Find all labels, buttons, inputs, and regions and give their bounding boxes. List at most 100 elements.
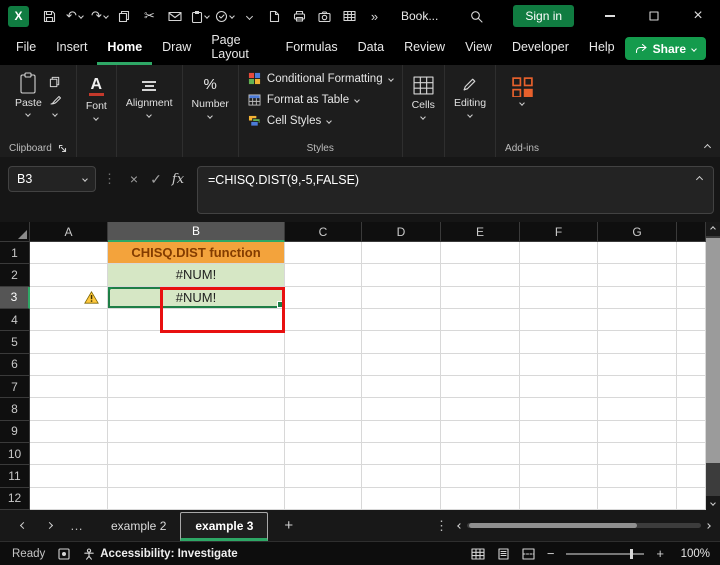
cell-F4[interactable] — [520, 308, 598, 332]
new-file-button[interactable] — [262, 1, 287, 31]
cell-C1[interactable] — [285, 242, 362, 265]
cell-x11[interactable] — [677, 465, 706, 488]
cell-F9[interactable] — [520, 420, 598, 443]
cell-G3[interactable] — [598, 286, 677, 309]
zoom-in-button[interactable]: + — [656, 546, 664, 561]
cell-G11[interactable] — [598, 465, 677, 488]
cell-D12[interactable] — [362, 487, 441, 510]
cell-x7[interactable] — [677, 375, 706, 399]
cell-E11[interactable] — [441, 465, 520, 488]
cell-A1[interactable] — [30, 242, 108, 265]
cell-D3[interactable] — [362, 286, 441, 309]
copy-small-icon[interactable] — [49, 76, 61, 88]
undo-button[interactable]: ↶ — [62, 1, 87, 31]
menu-tab-home[interactable]: Home — [97, 32, 153, 65]
minimize-button[interactable] — [588, 0, 632, 32]
cell-A7[interactable] — [30, 375, 108, 399]
qat-overflow-button[interactable] — [237, 1, 262, 31]
maximize-button[interactable] — [632, 0, 676, 32]
collapse-formula-bar-icon[interactable] — [695, 175, 704, 184]
page-break-view-button[interactable] — [522, 547, 535, 560]
cell-G8[interactable] — [598, 398, 677, 421]
cell-F6[interactable] — [520, 353, 598, 376]
cell-D9[interactable] — [362, 420, 441, 443]
menu-tab-review[interactable]: Review — [394, 32, 455, 65]
dialog-launcher-icon[interactable] — [58, 144, 67, 153]
cell-C5[interactable] — [285, 331, 362, 354]
cell-E3[interactable] — [441, 286, 520, 309]
cell-G10[interactable] — [598, 442, 677, 466]
horizontal-scrollbar[interactable] — [457, 522, 711, 529]
sheet-tab-example-3[interactable]: example 3 — [180, 512, 269, 541]
cell-D6[interactable] — [362, 353, 441, 376]
cell-E5[interactable] — [441, 331, 520, 354]
cell-E12[interactable] — [441, 487, 520, 510]
cell-D10[interactable] — [362, 442, 441, 466]
menu-tab-developer[interactable]: Developer — [502, 32, 579, 65]
search-button[interactable] — [464, 1, 489, 31]
insert-function-button[interactable]: fx — [167, 166, 189, 192]
cell-E6[interactable] — [441, 353, 520, 376]
close-button[interactable]: × — [676, 0, 720, 32]
cells-group-button[interactable]: Cells — [412, 68, 435, 120]
cancel-button[interactable]: × — [123, 166, 145, 192]
zoom-slider-thumb[interactable] — [630, 548, 634, 559]
cell-B7[interactable] — [108, 375, 285, 399]
cell-D5[interactable] — [362, 331, 441, 354]
row-header-12[interactable]: 12 — [0, 487, 30, 510]
cell-B1[interactable]: CHISQ.DIST function — [108, 242, 285, 265]
zoom-out-button[interactable]: − — [547, 546, 555, 561]
cell-x4[interactable] — [677, 308, 706, 332]
cell-x2[interactable] — [677, 264, 706, 287]
cell-F2[interactable] — [520, 264, 598, 287]
menu-tab-help[interactable]: Help — [579, 32, 625, 65]
cell-G9[interactable] — [598, 420, 677, 443]
cell-F8[interactable] — [520, 398, 598, 421]
menu-tab-insert[interactable]: Insert — [46, 32, 97, 65]
cell-E7[interactable] — [441, 375, 520, 399]
cell-D7[interactable] — [362, 375, 441, 399]
cell-A12[interactable] — [30, 487, 108, 510]
cell-G4[interactable] — [598, 308, 677, 332]
cell-C7[interactable] — [285, 375, 362, 399]
cell-x1[interactable] — [677, 242, 706, 265]
cell-G6[interactable] — [598, 353, 677, 376]
formula-input[interactable]: =CHISQ.DIST(9,-5,FALSE) — [197, 166, 714, 214]
cell-C3[interactable] — [285, 286, 362, 309]
column-header-overflow[interactable] — [677, 222, 706, 242]
sheet-nav-right-button[interactable] — [36, 521, 62, 530]
cell-x9[interactable] — [677, 420, 706, 443]
row-header-5[interactable]: 5 — [0, 331, 30, 354]
menu-tab-file[interactable]: File — [6, 32, 46, 65]
cell-F5[interactable] — [520, 331, 598, 354]
print-button[interactable] — [287, 1, 312, 31]
paste-button[interactable]: Paste — [15, 72, 42, 117]
cell-A6[interactable] — [30, 353, 108, 376]
clipboard-more-chevron[interactable] — [51, 111, 58, 117]
zoom-level[interactable]: 100% — [678, 548, 710, 560]
cell-E8[interactable] — [441, 398, 520, 421]
cell-D8[interactable] — [362, 398, 441, 421]
sign-in-button[interactable]: Sign in — [513, 5, 575, 27]
cell-E2[interactable] — [441, 264, 520, 287]
cell-A10[interactable] — [30, 442, 108, 466]
conditional-formatting-button[interactable]: Conditional Formatting — [248, 68, 394, 89]
zoom-slider[interactable] — [566, 548, 645, 559]
cell-B8[interactable] — [108, 398, 285, 421]
save-button[interactable] — [37, 1, 62, 31]
row-header-2[interactable]: 2 — [0, 264, 30, 287]
number-group-button[interactable]: % Number — [192, 68, 229, 119]
redo-button[interactable]: ↷ — [87, 1, 112, 31]
editor-button[interactable] — [212, 1, 237, 31]
cell-G1[interactable] — [598, 242, 677, 265]
cell-A3[interactable] — [30, 286, 108, 309]
enter-button[interactable]: ✓ — [145, 166, 167, 192]
cell-C12[interactable] — [285, 487, 362, 510]
row-header-10[interactable]: 10 — [0, 442, 30, 466]
cell-C11[interactable] — [285, 465, 362, 488]
paste-qat-button[interactable] — [187, 1, 212, 31]
camera-button[interactable] — [312, 1, 337, 31]
cell-A4[interactable] — [30, 308, 108, 332]
vertical-scroll-thumb[interactable] — [706, 238, 720, 463]
row-header-1[interactable]: 1 — [0, 242, 30, 265]
